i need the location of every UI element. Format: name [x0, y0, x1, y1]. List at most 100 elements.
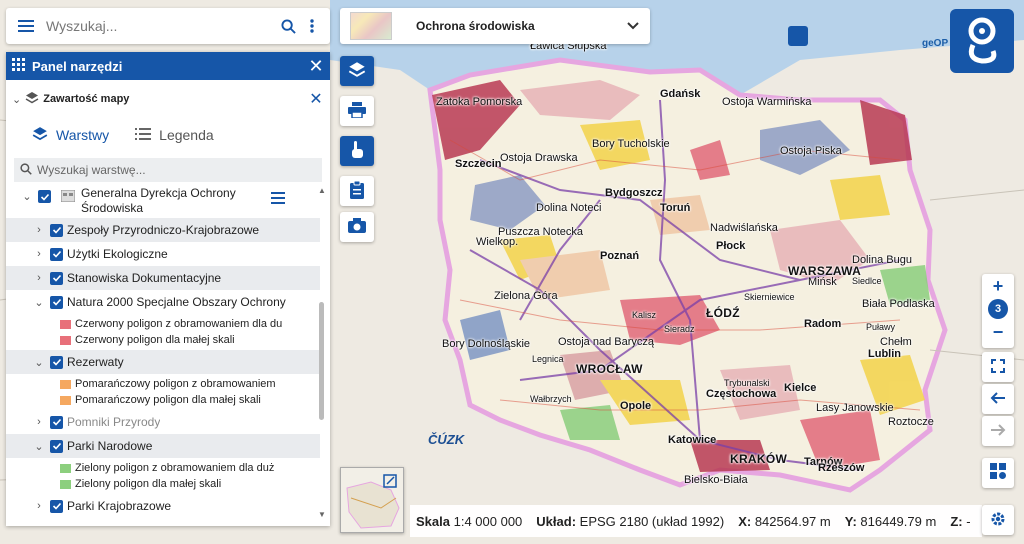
settings-button[interactable]: [982, 505, 1014, 535]
layer-checkbox[interactable]: [50, 416, 63, 429]
basemap-button[interactable]: [982, 458, 1014, 488]
hamburger-icon[interactable]: [271, 192, 285, 207]
forward-button[interactable]: [982, 416, 1014, 446]
layer-checkbox[interactable]: [50, 224, 63, 237]
clipboard-button[interactable]: [340, 176, 374, 206]
list-icon: [135, 127, 151, 143]
layer-checkbox[interactable]: [50, 356, 63, 369]
legend-swatch: [60, 320, 71, 329]
layer-item[interactable]: ⌄ Parki Narodowe: [6, 434, 320, 458]
layer-item[interactable]: › Użytki Ekologiczne: [6, 242, 320, 266]
map-label: Toruń: [660, 202, 690, 214]
geoportal-badge: geOP: [922, 38, 948, 49]
layer-group-label-line1: Generalna Dyrekcja Ochrony: [81, 186, 236, 200]
print-button[interactable]: [340, 96, 374, 126]
chevron-right-icon[interactable]: ›: [32, 416, 46, 428]
layer-label: Pomniki Przyrody: [67, 415, 160, 429]
zoom-control: + 3 −: [982, 274, 1014, 348]
chevron-down-icon[interactable]: ⌄: [32, 296, 46, 309]
layers-icon: [348, 61, 366, 82]
layers-button[interactable]: [340, 56, 374, 86]
layer-checkbox[interactable]: [50, 296, 63, 309]
layer-checkbox[interactable]: [38, 190, 51, 203]
map-label: Chełm: [880, 336, 912, 348]
panel-scrollbar[interactable]: ▲ ▼: [316, 184, 328, 520]
map-label: KRAKÓW: [730, 452, 787, 466]
layer-item[interactable]: ⌄ Natura 2000 Specjalne Obszary Ochrony: [6, 290, 320, 314]
theme-select[interactable]: Ochrona środowiska: [340, 8, 650, 44]
layer-label: Rezerwaty: [67, 355, 124, 369]
fullscreen-button[interactable]: [982, 352, 1014, 382]
scrollbar-thumb[interactable]: [319, 302, 324, 420]
tab-legend[interactable]: Legenda: [135, 127, 214, 143]
camera-button[interactable]: [340, 212, 374, 242]
legend-item: Zielony poligon dla małej skali: [6, 476, 320, 492]
back-button[interactable]: [982, 384, 1014, 414]
layer-item[interactable]: › Stanowiska Dokumentacyjne: [6, 266, 320, 290]
x-label: X:: [738, 514, 751, 529]
tab-label: Legenda: [159, 127, 214, 143]
chevron-down-icon[interactable]: ⌄: [12, 93, 21, 106]
layer-checkbox[interactable]: [50, 500, 63, 513]
legend-label: Zielony poligon dla małej skali: [75, 478, 289, 490]
layer-checkbox[interactable]: [50, 440, 63, 453]
search-bar: [6, 8, 330, 44]
map-marker-icon[interactable]: [788, 26, 808, 46]
chevron-right-icon[interactable]: ›: [32, 500, 46, 512]
tab-layers[interactable]: Warstwy: [32, 126, 109, 145]
chevron-down-icon: [616, 22, 650, 30]
chevron-right-icon[interactable]: ›: [32, 224, 46, 236]
zoom-in-icon[interactable]: +: [982, 274, 1014, 298]
status-bar: Skala 1:4 000 000 Układ: EPSG 2180 (ukła…: [410, 505, 982, 537]
layer-item[interactable]: › Parki Krajobrazowe: [6, 494, 320, 518]
layer-label: Natura 2000 Specjalne Obszary Ochrony: [67, 295, 286, 309]
map-label: Siedlce: [852, 276, 882, 286]
geoportal-logo[interactable]: [950, 9, 1014, 73]
close-icon[interactable]: ✕: [302, 89, 330, 109]
expand-icon[interactable]: [383, 474, 397, 491]
chevron-down-icon[interactable]: ⌄: [32, 440, 46, 453]
layer-checkbox[interactable]: [50, 272, 63, 285]
chevron-down-icon[interactable]: ⌄: [20, 190, 34, 203]
logo-g-icon: [963, 15, 1001, 68]
legend-item: Czerwony poligon z obramowaniem dla du: [6, 316, 320, 332]
theme-thumbnail: [350, 12, 392, 40]
map-label: Dolina Bugu: [852, 254, 912, 266]
zoom-out-icon[interactable]: −: [982, 320, 1014, 344]
fullscreen-icon: [991, 357, 1005, 378]
map-label: Rzeszów: [818, 462, 864, 474]
crs-value[interactable]: EPSG 2180 (układ 1992): [580, 514, 725, 529]
search-input[interactable]: [46, 18, 276, 34]
map-label: Nadwiślańska: [710, 222, 778, 234]
map-label: Mińsk: [808, 276, 837, 288]
scale-value[interactable]: 1:4 000 000: [454, 514, 523, 529]
map-label: Bory Dolnośląskie: [442, 338, 530, 350]
more-vertical-icon[interactable]: [300, 8, 324, 44]
scroll-up-icon[interactable]: ▲: [318, 186, 326, 195]
arrow-right-icon: [990, 421, 1006, 442]
chevron-right-icon[interactable]: ›: [32, 272, 46, 284]
close-icon[interactable]: ✕: [302, 56, 330, 77]
menu-icon[interactable]: [6, 8, 46, 44]
layer-label: Parki Narodowe: [67, 439, 152, 453]
scroll-down-icon[interactable]: ▼: [318, 510, 326, 519]
layer-item[interactable]: ⌄ Rezerwaty: [6, 350, 320, 374]
search-icon[interactable]: [276, 8, 300, 44]
layer-search-input[interactable]: [37, 163, 322, 177]
layer-item[interactable]: › Pomniki Przyrody: [6, 410, 320, 434]
arrow-left-icon: [990, 389, 1006, 410]
gear-icon: [990, 511, 1006, 530]
layers-icon: [32, 126, 48, 145]
tab-label: Warstwy: [56, 127, 109, 143]
map-label: Wielkop.: [476, 236, 518, 248]
map-label: Gdańsk: [660, 88, 700, 100]
layer-item[interactable]: › Zespoły Przyrodniczo-Krajobrazowe: [6, 218, 320, 242]
layer-group-gdos[interactable]: ⌄ Generalna Dyrekcja Ochrony Środowiska: [6, 184, 320, 218]
chevron-right-icon[interactable]: ›: [32, 248, 46, 260]
layer-label: Parki Krajobrazowe: [67, 499, 171, 513]
identify-button[interactable]: [340, 136, 374, 166]
legend-label: Zielony poligon z obramowaniem dla duż: [75, 462, 289, 474]
overview-map[interactable]: [340, 467, 404, 533]
chevron-down-icon[interactable]: ⌄: [32, 356, 46, 369]
layer-checkbox[interactable]: [50, 248, 63, 261]
